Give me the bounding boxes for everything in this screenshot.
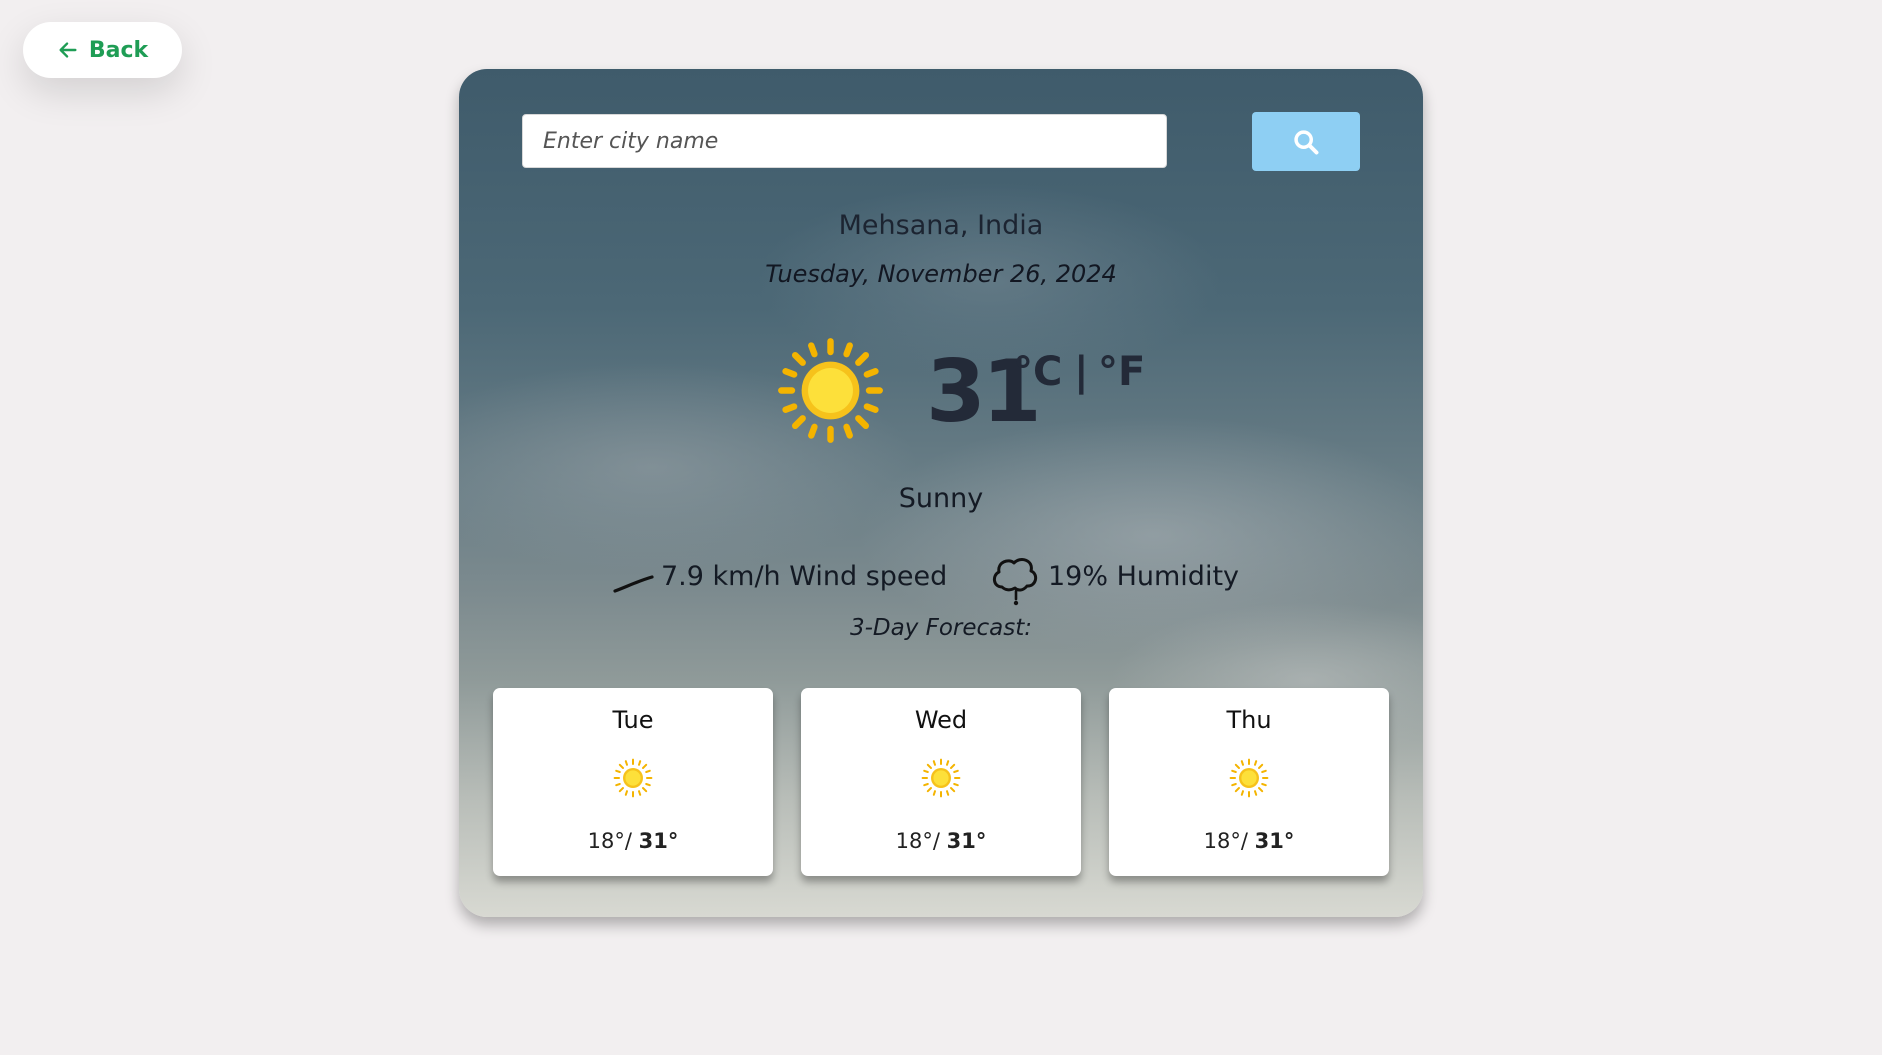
forecast-temps: 18°/ 31° [1109, 829, 1389, 853]
forecast-separator: / [624, 829, 639, 853]
forecast-title: 3-Day Forecast: [849, 615, 1033, 641]
city-search-input[interactable] [522, 114, 1167, 168]
back-button[interactable]: Back [23, 22, 182, 78]
forecast-low: 18° [587, 829, 625, 853]
sun-icon [921, 758, 961, 798]
back-button-label: Back [88, 37, 149, 63]
weather-condition: Sunny [898, 483, 984, 514]
arrow-left-icon [59, 42, 77, 58]
forecast-day: Tue [612, 706, 654, 734]
wind-speed: 7.9 km/h Wind speed [661, 561, 948, 592]
sun-icon [778, 338, 883, 443]
search-icon [1294, 129, 1319, 154]
forecast-temps: 18°/ 31° [801, 829, 1081, 853]
forecast-low: 18° [895, 829, 933, 853]
forecast-card: Thu 18°/ 31° [1109, 688, 1389, 876]
wind-icon [613, 575, 654, 593]
forecast-list: Tue 18°/ 31° Wed 18°/ 31° Thu 18°/ 31° [493, 688, 1389, 876]
weather-stats: 7.9 km/h Wind speed 19% Humidity [459, 551, 1423, 611]
humidity: 19% Humidity [1048, 561, 1240, 592]
forecast-separator: / [932, 829, 947, 853]
unit-separator: | [1074, 349, 1089, 395]
search-button[interactable] [1252, 112, 1360, 171]
forecast-high: 31° [946, 829, 987, 853]
forecast-high: 31° [638, 829, 679, 853]
location-name: Mehsana, India [838, 210, 1044, 241]
current-date: Tuesday, November 26, 2024 [765, 260, 1117, 288]
forecast-low: 18° [1203, 829, 1241, 853]
weather-card: Mehsana, India Tuesday, November 26, 202… [459, 69, 1423, 917]
forecast-temps: 18°/ 31° [493, 829, 773, 853]
humidity-icon [993, 558, 1038, 606]
forecast-card: Wed 18°/ 31° [801, 688, 1081, 876]
forecast-day: Thu [1226, 706, 1272, 734]
forecast-separator: / [1240, 829, 1255, 853]
celsius-toggle[interactable]: °C [1013, 347, 1062, 397]
forecast-card: Tue 18°/ 31° [493, 688, 773, 876]
forecast-day: Wed [914, 706, 968, 734]
fahrenheit-toggle[interactable]: °F [1098, 347, 1145, 397]
sun-icon [613, 758, 653, 798]
sun-icon [1229, 758, 1269, 798]
forecast-high: 31° [1254, 829, 1295, 853]
